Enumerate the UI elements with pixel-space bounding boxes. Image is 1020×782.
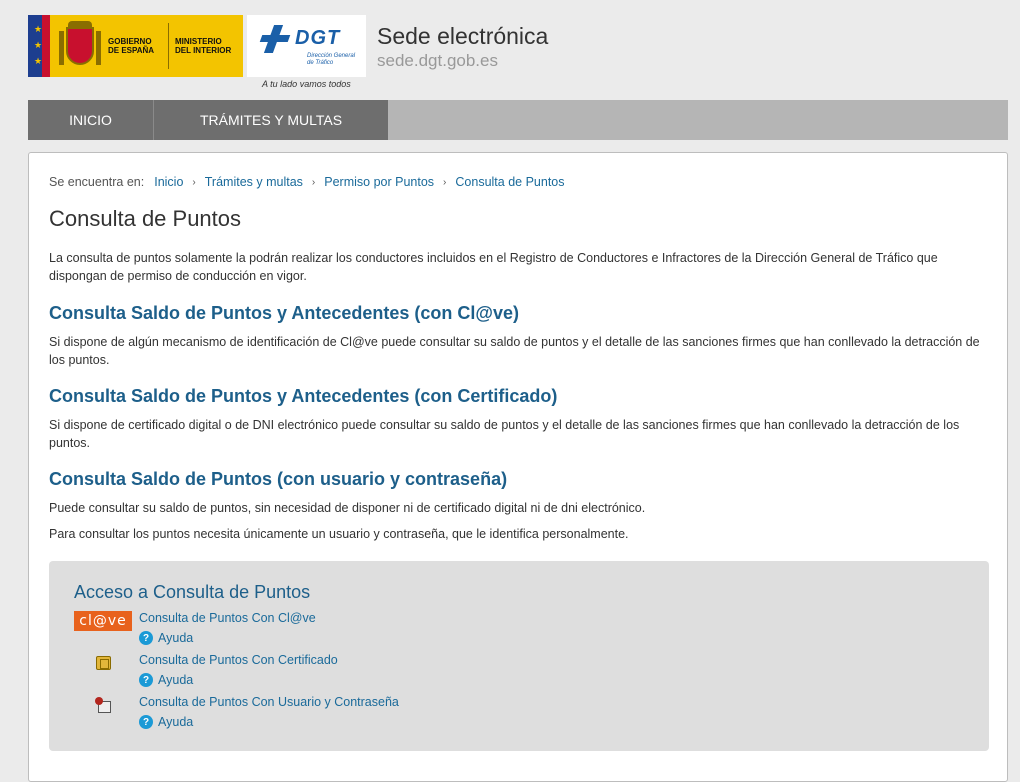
help-usuario[interactable]: ? Ayuda bbox=[139, 715, 193, 729]
dgt-logo[interactable]: DGT Dirección General de Tráfico bbox=[247, 15, 366, 77]
eu-flag-icon: ★ ★ ★ bbox=[28, 15, 50, 77]
help-certificado[interactable]: ? Ayuda bbox=[139, 673, 193, 687]
section-title-certificado: Consulta Saldo de Puntos y Antecedentes … bbox=[49, 386, 558, 406]
main-nav: INICIO TRÁMITES Y MULTAS bbox=[28, 100, 1008, 140]
section-text-usuario-2: Para consultar los puntos necesita única… bbox=[49, 527, 629, 541]
section-title-clave: Consulta Saldo de Puntos y Antecedentes … bbox=[49, 303, 519, 323]
keypad-icon bbox=[74, 695, 132, 715]
access-item-usuario: Consulta de Puntos Con Usuario y Contras… bbox=[74, 695, 674, 735]
dgt-mark-icon bbox=[259, 25, 291, 53]
gov-logo-text: GOBIERNO DE ESPAÑA bbox=[108, 37, 155, 55]
consulta-certificado-link[interactable]: Consulta de Puntos Con Certificado bbox=[139, 653, 338, 667]
breadcrumb-item-consulta[interactable]: Consulta de Puntos bbox=[455, 175, 564, 189]
dgt-logo-name: DGT bbox=[295, 27, 341, 49]
help-icon[interactable]: ? bbox=[139, 715, 153, 729]
access-box: Acceso a Consulta de Puntos cl@ve Consul… bbox=[49, 561, 989, 751]
help-link[interactable]: Ayuda bbox=[158, 715, 193, 729]
dgt-logo-subtitle: Dirección General de Tráfico bbox=[307, 53, 356, 66]
help-icon[interactable]: ? bbox=[139, 673, 153, 687]
breadcrumb-chevron-icon: › bbox=[311, 176, 316, 188]
breadcrumb: Se encuentra en: Inicio › Trámites y mul… bbox=[49, 175, 565, 189]
breadcrumb-item-inicio[interactable]: Inicio bbox=[154, 175, 183, 189]
help-link[interactable]: Ayuda bbox=[158, 673, 193, 687]
intro-text: La consulta de puntos solamente la podrá… bbox=[49, 251, 938, 283]
clave-logo-icon: cl@ve bbox=[74, 611, 132, 631]
help-icon[interactable]: ? bbox=[139, 631, 153, 645]
nav-item-tramites-multas[interactable]: TRÁMITES Y MULTAS bbox=[154, 100, 388, 140]
breadcrumb-item-tramites[interactable]: Trámites y multas bbox=[205, 175, 303, 189]
section-text-clave: Si dispone de algún mecanismo de identif… bbox=[49, 335, 980, 367]
page-title: Consulta de Puntos bbox=[49, 206, 242, 231]
consulta-clave-link[interactable]: Consulta de Puntos Con Cl@ve bbox=[139, 611, 316, 625]
help-link[interactable]: Ayuda bbox=[158, 631, 193, 645]
section-title-usuario: Consulta Saldo de Puntos (con usuario y … bbox=[49, 469, 508, 489]
breadcrumb-label: Se encuentra en: bbox=[49, 175, 145, 189]
section-text-certificado: Si dispone de certificado digital o de D… bbox=[49, 418, 960, 450]
consulta-usuario-link[interactable]: Consulta de Puntos Con Usuario y Contras… bbox=[139, 695, 399, 709]
ministry-logo-text: MINISTERIO DEL INTERIOR bbox=[175, 37, 232, 55]
breadcrumb-chevron-icon: › bbox=[443, 176, 447, 188]
breadcrumb-item-permiso[interactable]: Permiso por Puntos bbox=[324, 175, 434, 189]
help-clave[interactable]: ? Ayuda bbox=[139, 631, 193, 645]
site-url: sede.dgt.gob.es bbox=[377, 51, 498, 70]
section-text-usuario: Puede consultar su saldo de puntos, sin … bbox=[49, 501, 646, 515]
access-title: Acceso a Consulta de Puntos bbox=[74, 582, 311, 602]
coat-of-arms-icon bbox=[58, 21, 102, 71]
breadcrumb-chevron-icon: › bbox=[192, 176, 196, 188]
site-title: Sede electrónica bbox=[377, 23, 549, 49]
access-item-certificado: Consulta de Puntos Con Certificado ? Ayu… bbox=[74, 653, 674, 693]
access-item-clave: cl@ve Consulta de Puntos Con Cl@ve ? Ayu… bbox=[74, 611, 674, 651]
tagline: A tu lado vamos todos bbox=[262, 79, 351, 89]
chip-card-icon bbox=[74, 653, 132, 673]
nav-item-inicio[interactable]: INICIO bbox=[28, 100, 154, 140]
site-header: ★ ★ ★ GOBIERNO DE ESPAÑA MINISTERIO DEL … bbox=[0, 0, 1020, 98]
logo-divider bbox=[168, 23, 169, 69]
content-panel: Se encuentra en: Inicio › Trámites y mul… bbox=[28, 152, 1008, 782]
gobierno-espana-logo[interactable]: ★ ★ ★ GOBIERNO DE ESPAÑA MINISTERIO DEL … bbox=[28, 15, 243, 77]
